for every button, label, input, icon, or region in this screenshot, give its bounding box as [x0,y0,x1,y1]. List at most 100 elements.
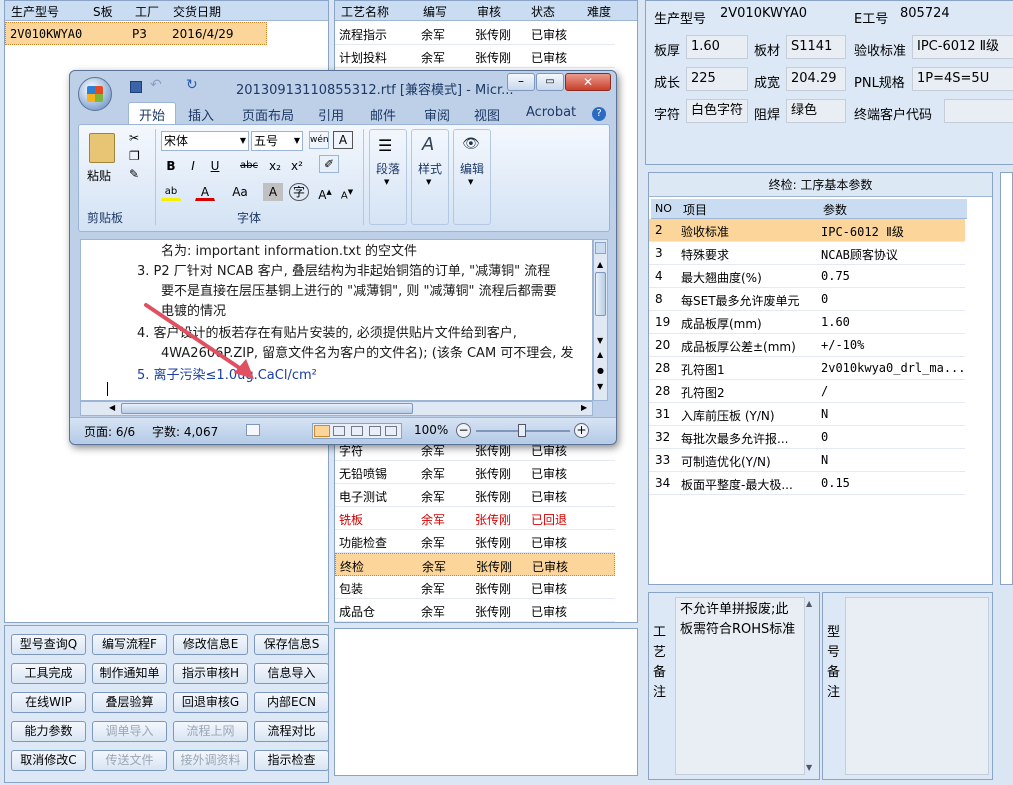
view-buttons[interactable] [312,423,402,439]
pnl-field[interactable]: 1P=4S=5U [912,67,1013,91]
material-field[interactable]: S1141 [786,35,846,59]
font-size-select[interactable]: 五号 ▼ [251,131,303,151]
phonetic-icon[interactable]: wén [309,131,329,149]
std-field[interactable]: IPC-6012 Ⅱ级 [912,35,1013,59]
eno-field[interactable]: 805724 [896,3,1006,27]
action-button[interactable]: 制作通知单 [92,663,167,684]
prev-page-icon[interactable]: ▲ [597,350,603,359]
change-case-icon[interactable]: Aa [227,183,253,201]
strikethrough-icon[interactable]: abc [239,157,259,175]
proofing-icon[interactable] [246,424,260,436]
table-row[interactable]: 包装 余军 张传刚 已审核 [335,576,615,599]
cust-field[interactable] [944,99,1013,123]
styles-group[interactable]: A 样式 ▼ [411,129,449,225]
action-button[interactable]: 取消修改C [11,750,86,771]
table-row[interactable]: 成品仓 余军 张传刚 已审核 [335,599,615,622]
width-field[interactable]: 204.29 [786,67,846,91]
paste-label[interactable]: 粘贴 [87,167,111,184]
table-row[interactable]: 33 可制造优化(Y/N) N [649,449,965,472]
zoom-slider[interactable] [476,424,570,437]
table-row[interactable]: 2 验收标准 IPC-6012 Ⅱ级 [649,219,965,242]
browse-object-icon[interactable]: ● [597,366,604,375]
draft-icon[interactable] [385,426,397,436]
action-button[interactable]: 型号查询Q [11,634,86,655]
action-button[interactable]: 指示检查 [254,750,329,771]
scroll-up-icon[interactable]: ▲ [597,260,603,269]
ribbon-tab[interactable]: 视图 [474,105,500,124]
table-row[interactable]: 31 入库前压板 (Y/N) N [649,403,965,426]
word-count[interactable]: 字数: 4,067 [152,423,218,440]
table-row[interactable]: 无铅喷锡 余军 张传刚 已审核 [335,461,615,484]
cut-icon[interactable]: ✂ [129,131,139,145]
bold-icon[interactable]: B [161,157,181,175]
underline-icon[interactable]: U [205,157,225,175]
thick-field[interactable]: 1.60 [686,35,748,59]
font-name-select[interactable]: 宋体 ▼ [161,131,249,151]
ribbon-tab[interactable]: 插入 [188,105,214,124]
editing-group[interactable]: 👁 编辑 ▼ [453,129,491,225]
redo-icon[interactable]: ↻ [186,77,198,93]
table-row[interactable]: 19 成品板厚(mm) 1.60 [649,311,965,334]
outline-icon[interactable] [369,426,381,436]
office-button[interactable] [78,77,112,111]
action-button[interactable]: 内部ECN [254,692,329,713]
zoom-in-icon[interactable]: + [574,423,589,438]
table-row[interactable]: 铣板 余军 张传刚 已回退 [335,507,615,530]
table-row[interactable]: 34 板面平整度-最大极... 0.15 [649,472,965,495]
char-shading-icon[interactable]: A [263,183,283,201]
table-row[interactable]: 终检 余军 张传刚 已审核 [335,553,615,576]
process-remark-text[interactable]: 不允许单拼报废;此板需符合ROHS标准 [675,597,805,775]
table-row[interactable]: 28 孔符图2 / [649,380,965,403]
mask-field[interactable]: 绿色 [786,99,846,123]
print-layout-icon[interactable] [314,425,330,437]
table-row[interactable]: 28 孔符图1 2v010kwya0_drl_ma... [649,357,966,380]
action-button[interactable]: 流程对比 [254,721,329,742]
action-button[interactable]: 指示审核H [173,663,248,684]
remark-scroll-down-icon[interactable]: ▼ [806,763,812,772]
page-count[interactable]: 页面: 6/6 [84,423,135,440]
ribbon-tab[interactable]: 引用 [318,105,344,124]
minimize-button[interactable]: – [507,73,535,91]
help-icon[interactable]: ? [592,107,606,121]
remark-scroll-up-icon[interactable]: ▲ [806,599,812,608]
h-scroll-thumb[interactable] [121,403,413,414]
model-remark-text[interactable] [845,597,989,775]
action-button[interactable]: 回退审核G [173,692,248,713]
zoom-out-icon[interactable]: − [456,423,471,438]
maximize-button[interactable]: ▭ [536,73,564,91]
table-row[interactable]: 32 每批次最多允许报... 0 [649,426,965,449]
highlight-icon[interactable]: ab [161,183,181,201]
scroll-left-icon[interactable]: ◀ [109,403,115,412]
save-icon[interactable] [130,81,142,93]
table-row[interactable]: 电子测试 余军 张传刚 已审核 [335,484,615,507]
ribbon-tab[interactable]: 开始 [128,102,177,126]
web-layout-icon[interactable] [351,426,363,436]
italic-icon[interactable]: I [183,157,203,175]
vertical-scrollbar[interactable]: ▲ ▼ ▲ ● ▼ [593,239,608,401]
scroll-thumb[interactable] [595,272,606,316]
action-button[interactable]: 修改信息E [173,634,248,655]
zoom-level[interactable]: 100% [414,423,448,437]
full-screen-icon[interactable] [333,426,345,436]
table-row[interactable]: 2V010KWYA0 P3 2016/4/29 [5,22,267,45]
char-border-icon[interactable]: A [333,131,353,149]
next-page-icon[interactable]: ▼ [597,382,603,391]
horizontal-scrollbar[interactable]: ◀ ▶ [80,401,593,416]
scroll-right-icon[interactable]: ▶ [581,403,587,412]
char-field[interactable]: 白色字符 [686,99,748,123]
superscript-icon[interactable]: x² [287,157,307,175]
paste-icon[interactable] [89,133,115,163]
format-painter-icon[interactable]: ✎ [129,167,139,181]
table-row[interactable]: 计划投料 余军 张传刚 已审核 [335,45,615,68]
ribbon-tab[interactable]: 邮件 [370,105,396,124]
action-button[interactable]: 工具完成 [11,663,86,684]
table-row[interactable]: 4 最大翘曲度(%) 0.75 [649,265,965,288]
undo-icon[interactable]: ↶ [150,77,162,93]
table-row[interactable]: 20 成品板厚公差±(mm) +/-10% [649,334,965,357]
close-button[interactable]: ✕ [565,73,611,91]
clear-format-icon[interactable]: ✐ [319,155,339,173]
table-row[interactable]: 功能检查 余军 张传刚 已审核 [335,530,615,553]
len-field[interactable]: 225 [686,67,748,91]
action-button[interactable]: 保存信息S [254,634,329,655]
shrink-font-icon[interactable]: A▼ [337,183,357,201]
